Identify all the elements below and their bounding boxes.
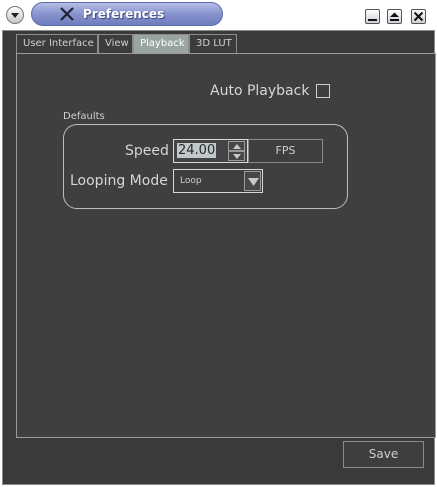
window-menu-icon[interactable]	[6, 6, 24, 24]
close-button[interactable]	[411, 9, 426, 24]
window-title: Preferences	[83, 7, 165, 21]
spin-up-icon	[233, 144, 241, 149]
app-icon	[60, 7, 74, 21]
tab-bar: User Interface View Playback 3D LUT	[16, 34, 436, 54]
tab-3d-lut[interactable]: 3D LUT	[189, 34, 237, 53]
looping-mode-dropdown-button[interactable]	[244, 171, 261, 191]
tab-playback[interactable]: Playback	[133, 34, 189, 54]
close-icon	[413, 11, 424, 22]
speed-label: Speed	[125, 143, 169, 159]
title-pill[interactable]: Preferences	[31, 2, 223, 26]
minimize-button[interactable]	[365, 9, 380, 24]
tab-view[interactable]: View	[98, 34, 133, 53]
maximize-button[interactable]	[387, 9, 402, 24]
save-button[interactable]: Save	[343, 441, 424, 468]
tab-user-interface[interactable]: User Interface	[16, 34, 98, 53]
looping-mode-label: Looping Mode	[70, 173, 168, 189]
auto-playback-label: Auto Playback	[210, 83, 310, 99]
defaults-group-label: Defaults	[63, 111, 105, 122]
looping-mode-value[interactable]: Loop	[180, 176, 202, 186]
defaults-group	[63, 124, 348, 209]
minimize-icon	[368, 19, 377, 21]
speed-decrement-button[interactable]	[228, 151, 245, 161]
fps-button[interactable]: FPS	[248, 139, 323, 163]
speed-increment-button[interactable]	[228, 141, 245, 151]
maximize-icon	[390, 12, 399, 21]
auto-playback-checkbox[interactable]	[316, 84, 330, 98]
spin-down-icon	[233, 154, 241, 159]
chevron-down-icon	[248, 178, 259, 186]
speed-value[interactable]: 24.00	[177, 143, 217, 158]
